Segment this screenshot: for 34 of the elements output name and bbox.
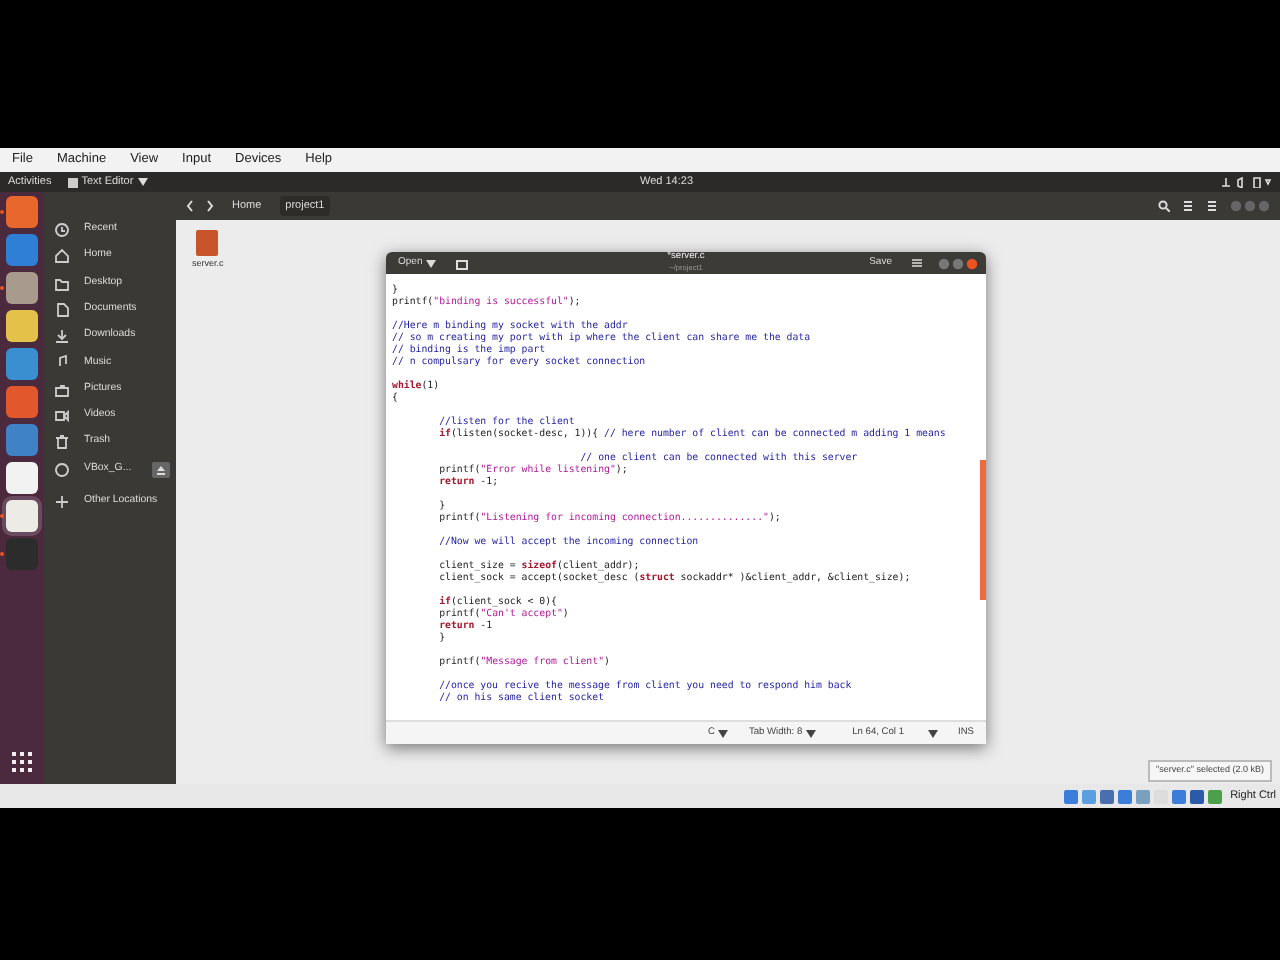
- caret-icon: [718, 729, 729, 737]
- system-tray-icon[interactable]: [1220, 176, 1272, 188]
- app-icon[interactable]: [6, 348, 38, 380]
- folder-icon: [54, 275, 70, 292]
- caret-icon: [806, 729, 817, 737]
- window-controls-icon[interactable]: [938, 257, 978, 269]
- caret-icon: [137, 178, 148, 186]
- search-icon[interactable]: [1158, 200, 1170, 212]
- file-icon[interactable]: [196, 230, 219, 256]
- clock-icon: [54, 222, 70, 238]
- forward-icon[interactable]: [206, 200, 214, 212]
- camera-icon: [54, 381, 70, 398]
- eject-icon[interactable]: [152, 461, 170, 478]
- plus-icon: [54, 493, 70, 510]
- scrollbar-thumb[interactable]: [980, 460, 986, 600]
- back-icon[interactable]: [186, 200, 194, 212]
- caret-icon: [426, 259, 437, 267]
- download-icon: [54, 328, 70, 345]
- app-icon[interactable]: [6, 196, 38, 228]
- view-icon[interactable]: [1182, 200, 1194, 212]
- doc-icon: [54, 301, 70, 318]
- menu-icon[interactable]: [912, 258, 922, 268]
- app-icon[interactable]: [6, 500, 38, 532]
- trash-icon: [54, 434, 70, 451]
- caret-icon: [928, 729, 938, 737]
- menu-icon[interactable]: [1206, 200, 1218, 212]
- music-icon: [54, 354, 70, 371]
- app-icon[interactable]: [6, 310, 38, 342]
- app-icon[interactable]: [6, 462, 38, 494]
- app-icon[interactable]: [6, 272, 38, 304]
- home-icon: [54, 248, 70, 265]
- video-icon: [54, 408, 70, 425]
- app-grid-icon[interactable]: [10, 750, 34, 774]
- document-icon[interactable]: [456, 257, 469, 269]
